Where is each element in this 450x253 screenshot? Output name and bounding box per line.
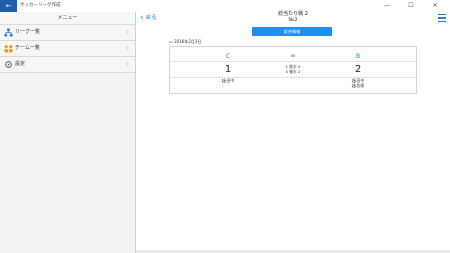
- match-date-row: ▭ 2016年2月3日: [169, 39, 201, 45]
- main-content: ‹ 戻る 総当たり戦 2 No2 試合情報 ▭ 2016年2月3日 C vs B …: [136, 11, 450, 253]
- away-score: 2: [354, 64, 362, 75]
- match-date: 2016年2月3日: [174, 39, 202, 44]
- sidebar-item-teams[interactable]: チーム一覧 ›: [0, 41, 135, 57]
- match-info-button[interactable]: 試合情報: [252, 27, 332, 36]
- team-icon: [4, 45, 13, 53]
- calendar-icon: ▭: [169, 39, 173, 44]
- sidebar: メニュー リーグ一覧 › チーム一覧 › 設定 ›: [0, 12, 136, 253]
- page-subtitle: No2: [288, 18, 298, 23]
- divider: [170, 77, 416, 78]
- scorer-item: ⚽佐尾: [351, 82, 365, 88]
- app-title: サッカーリーグ作成: [20, 3, 61, 8]
- main-header: ‹ 戻る 総当たり戦 2 No2: [136, 11, 450, 24]
- sidebar-item-leagues[interactable]: リーグ一覧 ›: [0, 25, 135, 41]
- chevron-right-icon: ›: [126, 28, 129, 36]
- chevron-right-icon: ›: [126, 60, 129, 68]
- divider: [170, 61, 416, 62]
- scorer-item: ⚽田中: [221, 78, 235, 83]
- close-icon: ✕: [432, 2, 438, 9]
- back-arrow-icon: ←: [5, 2, 12, 10]
- org-chart-icon: [4, 28, 13, 37]
- hamburger-menu-icon[interactable]: [438, 14, 446, 22]
- settings-icon: [5, 61, 12, 68]
- away-team-name[interactable]: B: [328, 53, 388, 60]
- window-back-button[interactable]: ←: [0, 0, 17, 12]
- sidebar-header: メニュー: [0, 12, 135, 25]
- maximize-icon: ☐: [408, 2, 414, 9]
- away-scorers: ⚽田中 ⚽佐尾: [328, 78, 388, 88]
- sidebar-item-label: 設定: [15, 61, 26, 67]
- minimize-icon: —: [384, 2, 390, 9]
- home-scorers: ⚽田中: [198, 78, 258, 84]
- match-card[interactable]: C vs B 1 1 前半 0 0 後半 2 2 ⚽田中 ⚽田中 ⚽佐尾: [169, 46, 417, 94]
- sidebar-item-settings[interactable]: 設定 ›: [0, 57, 135, 73]
- chevron-right-icon: ›: [126, 44, 129, 52]
- sidebar-item-label: リーグ一覧: [15, 29, 41, 35]
- sidebar-item-label: チーム一覧: [15, 45, 40, 51]
